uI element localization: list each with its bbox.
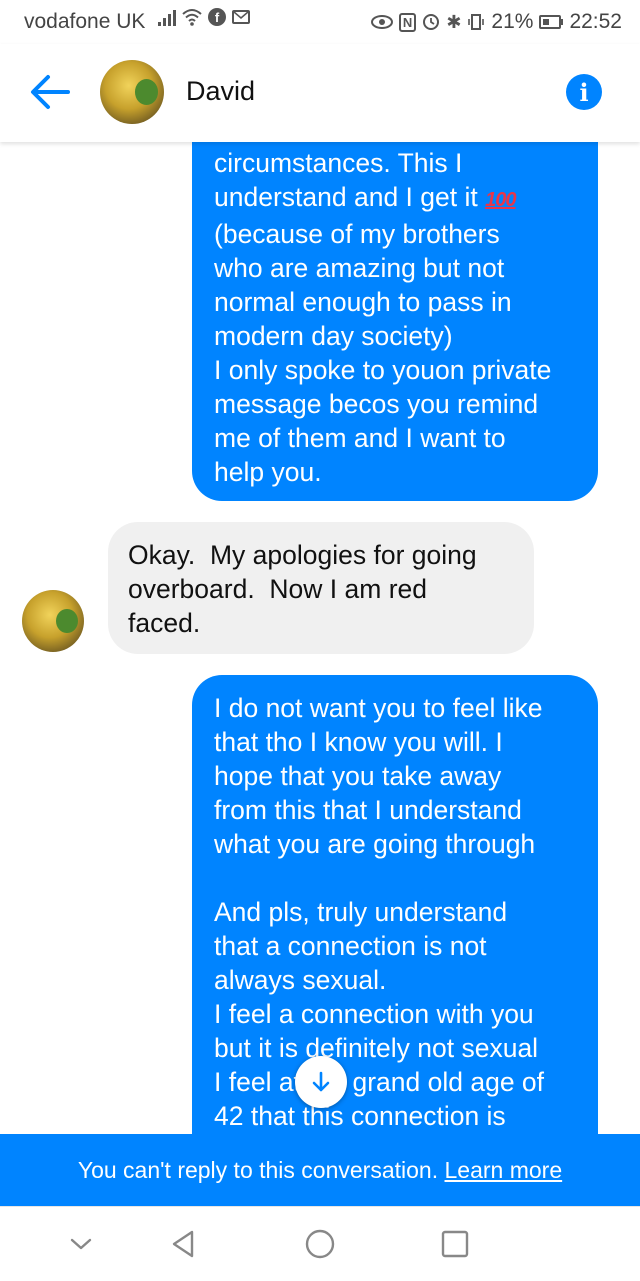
vibrate-icon — [468, 14, 485, 30]
banner-text: You can't reply to this conversation. — [77, 1157, 445, 1183]
status-bar: vodafone UK f N ✱ 21% 22:52 — [0, 0, 640, 44]
bluetooth-icon: ✱ — [446, 11, 462, 32]
home-circle-icon[interactable] — [303, 1227, 337, 1261]
hundred-points-icon: 100 — [485, 189, 516, 211]
wifi-icon — [182, 9, 202, 26]
arrow-down-icon — [312, 1071, 330, 1092]
clock: 22:52 — [569, 10, 622, 33]
battery-icon — [539, 15, 564, 29]
signal-icon — [158, 8, 176, 26]
contact-avatar[interactable] — [100, 60, 164, 124]
facebook-icon: f — [208, 8, 226, 26]
gmail-icon — [232, 10, 250, 24]
recents-square-icon[interactable] — [438, 1227, 472, 1261]
outgoing-message[interactable]: circumstances. This I understand and I g… — [192, 112, 598, 501]
sender-avatar — [22, 590, 84, 652]
battery-percent: 21% — [491, 10, 534, 33]
learn-more-link[interactable]: Learn more — [445, 1157, 563, 1183]
message-text: I do not want you to feel like that tho … — [214, 693, 545, 1131]
system-nav-bar — [0, 1206, 640, 1281]
nfc-icon: N — [398, 12, 417, 32]
eye-icon — [370, 15, 393, 29]
chevron-down-icon[interactable] — [64, 1227, 98, 1261]
incoming-message[interactable]: Okay. My apologies for going overboard. … — [108, 522, 534, 654]
back-arrow-icon[interactable] — [28, 72, 72, 112]
carrier-name: vodafone UK — [24, 10, 146, 33]
message-text: Okay. My apologies for going overboard. … — [128, 540, 477, 638]
back-triangle-icon[interactable] — [166, 1227, 200, 1261]
conversation-header: David i — [0, 44, 640, 142]
scroll-to-bottom-button[interactable] — [295, 1056, 347, 1108]
message-text-continued: (because of my brothers who are amazing … — [214, 219, 552, 487]
message-text: circumstances. This I understand and I g… — [214, 148, 478, 212]
cannot-reply-banner: You can't reply to this conversation. Le… — [0, 1134, 640, 1206]
contact-name[interactable]: David — [186, 76, 255, 107]
alarm-icon — [423, 14, 440, 30]
outgoing-message[interactable]: I do not want you to feel like that tho … — [192, 675, 598, 1155]
info-icon[interactable]: i — [566, 74, 602, 110]
